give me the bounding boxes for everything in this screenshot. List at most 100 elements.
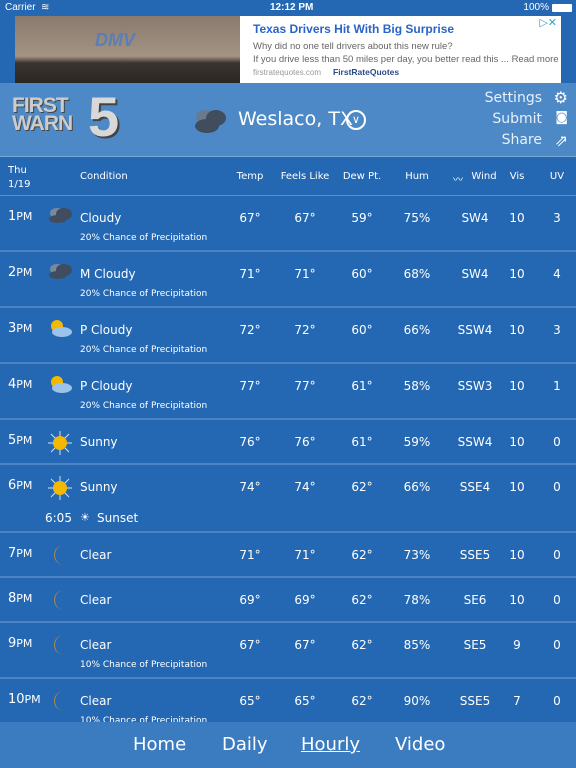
chevron-down-icon[interactable]: ∨ bbox=[346, 110, 366, 130]
hour: 2PM bbox=[8, 265, 33, 280]
table-row[interactable]: 1PM Cloudy 67° 67° 59° 75% SW4 10 3 20% Chance o… bbox=[0, 196, 576, 252]
camera-icon[interactable]: ◙ bbox=[555, 110, 568, 125]
dew-value: 59° bbox=[351, 211, 373, 225]
dew-value: 62° bbox=[351, 638, 373, 652]
vis-value: 10 bbox=[509, 267, 525, 281]
sunset-time: 6:05 bbox=[45, 511, 72, 525]
carrier: Carrier bbox=[5, 2, 36, 13]
gear-icon[interactable]: ⚙ bbox=[554, 88, 568, 107]
battery-icon bbox=[552, 4, 572, 12]
vis-value: 10 bbox=[509, 435, 525, 449]
ad-banner[interactable]: DMV Texas Drivers Hit With Big Surprise … bbox=[15, 16, 561, 83]
header-uv: UV bbox=[549, 171, 565, 182]
nav-daily[interactable]: Daily bbox=[222, 734, 268, 755]
condition: Clear bbox=[80, 694, 112, 708]
ad-close-icon[interactable]: ▷✕ bbox=[539, 16, 557, 29]
feels-value: 71° bbox=[294, 548, 316, 562]
vis-value: 10 bbox=[509, 480, 525, 494]
vis-value: 10 bbox=[509, 548, 525, 562]
table-row[interactable]: 3PM P Cloudy 72° 72° 60° 66% SSW4 10 3 20% Chanc… bbox=[0, 308, 576, 364]
temp-value: 67° bbox=[239, 211, 261, 225]
wifi-icon: ≋ bbox=[41, 2, 50, 13]
partly-cloudy-icon bbox=[47, 318, 73, 343]
submit-link[interactable]: Submit bbox=[492, 111, 542, 127]
temp-value: 74° bbox=[239, 480, 261, 494]
condition: Sunny bbox=[80, 480, 118, 494]
dew-value: 62° bbox=[351, 480, 373, 494]
dew-value: 60° bbox=[351, 323, 373, 337]
app-header: FIRST WARN 5 Weslaco, TX ∨ Settings ⚙ Sub… bbox=[0, 83, 576, 157]
uv-value: 0 bbox=[553, 480, 561, 494]
feels-value: 69° bbox=[294, 593, 316, 607]
settings-link[interactable]: Settings bbox=[485, 90, 542, 106]
uv-value: 0 bbox=[553, 593, 561, 607]
temp-value: 69° bbox=[239, 593, 261, 607]
hum-value: 75% bbox=[403, 211, 431, 225]
bottom-nav: Home Daily Hourly Video bbox=[0, 722, 576, 768]
table-row[interactable]: 2PM M Cloudy 71° 71° 60° 68% SW4 10 4 20% Chance… bbox=[0, 252, 576, 308]
wind-value: SSW4 bbox=[457, 323, 493, 337]
condition: Cloudy bbox=[80, 211, 122, 225]
header-feels-like: Feels Like bbox=[280, 171, 330, 182]
logo: FIRST WARN bbox=[12, 94, 73, 135]
hum-value: 78% bbox=[403, 593, 431, 607]
vis-value: 7 bbox=[513, 694, 521, 708]
uv-value: 3 bbox=[553, 211, 561, 225]
hum-value: 73% bbox=[403, 548, 431, 562]
wind-value: SSW4 bbox=[457, 435, 493, 449]
share-link[interactable]: Share bbox=[502, 132, 542, 148]
wind-value: SE6 bbox=[463, 593, 487, 607]
table-row[interactable]: 4PM P Cloudy 77° 77° 61° 58% SSW3 10 1 20% Chanc… bbox=[0, 364, 576, 420]
wind-value: SW4 bbox=[461, 211, 489, 225]
table-row[interactable]: 8PM Clear 69° 69° 62° 78% SE6 10 0 bbox=[0, 578, 576, 623]
header-wind: Wind bbox=[471, 171, 497, 182]
vis-value: 10 bbox=[509, 379, 525, 393]
vis-value: 10 bbox=[509, 211, 525, 225]
temp-value: 76° bbox=[239, 435, 261, 449]
uv-value: 0 bbox=[553, 638, 561, 652]
nav-video[interactable]: Video bbox=[395, 734, 445, 755]
location-name[interactable]: Weslaco, TX bbox=[238, 108, 353, 130]
wind-icon: 〰 bbox=[453, 175, 463, 186]
temp-value: 67° bbox=[239, 638, 261, 652]
table-row[interactable]: 7PM Clear 71° 71° 62° 73% SSE5 10 0 bbox=[0, 533, 576, 578]
uv-value: 4 bbox=[553, 267, 561, 281]
nav-hourly[interactable]: Hourly bbox=[301, 734, 360, 755]
hour: 10PM bbox=[8, 692, 41, 707]
moon-icon bbox=[47, 689, 73, 718]
sunset-label: Sunset bbox=[97, 511, 139, 525]
feels-value: 72° bbox=[294, 323, 316, 337]
feels-value: 76° bbox=[294, 435, 316, 449]
table-row[interactable]: 5PM Sunny 76° 76° 61° 59% SSW4 10 0 bbox=[0, 420, 576, 465]
header-temp: Temp bbox=[236, 171, 264, 182]
table-row[interactable]: 6PM Sunny 74° 74° 62° 66% SSE4 10 0 6:05 ☀ Sunset bbox=[0, 465, 576, 533]
header-visibility: Vis bbox=[509, 171, 525, 182]
battery-percent: 100% bbox=[523, 2, 549, 13]
cloudy-icon bbox=[195, 110, 226, 133]
hum-value: 85% bbox=[403, 638, 431, 652]
cloudy-icon bbox=[47, 262, 73, 285]
condition: Clear bbox=[80, 638, 112, 652]
uv-value: 0 bbox=[553, 694, 561, 708]
hour: 8PM bbox=[8, 591, 33, 606]
uv-value: 0 bbox=[553, 435, 561, 449]
sunny-icon bbox=[47, 475, 73, 506]
uv-value: 3 bbox=[553, 323, 561, 337]
vis-value: 9 bbox=[513, 638, 521, 652]
condition: P Cloudy bbox=[80, 379, 133, 393]
wind-value: SSE5 bbox=[459, 694, 491, 708]
condition: P Cloudy bbox=[80, 323, 133, 337]
ad-title[interactable]: Texas Drivers Hit With Big Surprise bbox=[253, 22, 454, 36]
feels-value: 74° bbox=[294, 480, 316, 494]
share-icon[interactable]: ⇗ bbox=[555, 131, 568, 150]
nav-home[interactable]: Home bbox=[133, 734, 186, 755]
feels-value: 67° bbox=[294, 638, 316, 652]
moon-icon bbox=[47, 633, 73, 662]
table-row[interactable]: 9PM Clear 67° 67° 62° 85% SE5 9 0 10% Chance of … bbox=[0, 623, 576, 679]
logo-number: 5 bbox=[88, 85, 120, 148]
header-humidity: Hum bbox=[405, 171, 429, 182]
sunset-icon: ☀ bbox=[80, 511, 90, 524]
precip-chance: 20% Chance of Precipitation bbox=[80, 345, 208, 355]
temp-value: 71° bbox=[239, 267, 261, 281]
precip-chance: 20% Chance of Precipitation bbox=[80, 233, 208, 243]
